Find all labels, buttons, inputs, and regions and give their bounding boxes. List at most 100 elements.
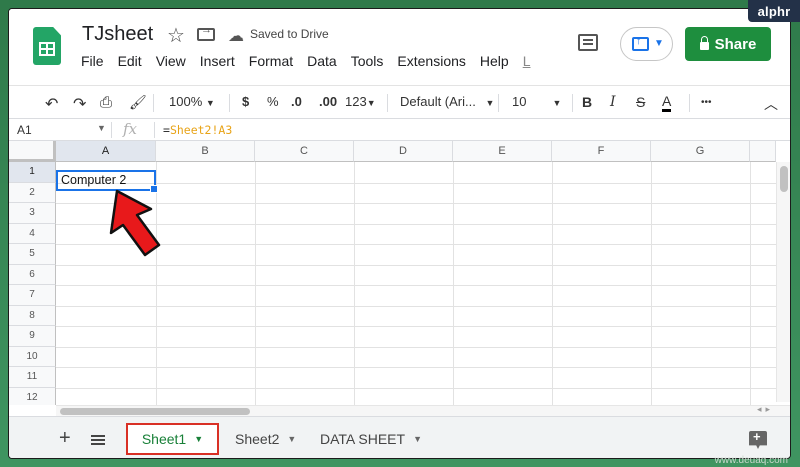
present-button[interactable]: ▼ — [620, 27, 673, 61]
toolbar-divider — [498, 94, 499, 112]
formula-input[interactable]: =Sheet2!A3 — [163, 123, 232, 137]
toolbar-divider — [387, 94, 388, 112]
bold-button[interactable]: B — [582, 94, 592, 110]
selected-cell-outline[interactable] — [56, 170, 158, 193]
column-header-e[interactable]: E — [453, 141, 552, 162]
gridline — [56, 223, 786, 225]
gridline — [56, 244, 786, 245]
collapse-chevron-icon[interactable]: ︿ — [764, 94, 778, 114]
chevron-down-icon[interactable]: ▼ — [287, 434, 296, 444]
move-folder-icon[interactable] — [197, 24, 215, 41]
row-header-3[interactable]: 3 — [9, 203, 56, 224]
zoom-select[interactable]: 100% ▼ — [169, 94, 215, 109]
font-size-select[interactable]: 10 ▼ — [512, 94, 561, 109]
menu-last-edit[interactable]: L — [523, 53, 531, 69]
add-sheet-button[interactable]: + — [59, 427, 71, 450]
row-header-9[interactable]: 9 — [9, 326, 56, 347]
toolbar-divider — [229, 94, 230, 112]
chevron-down-icon[interactable]: ▼ — [413, 434, 422, 444]
gridline — [56, 285, 786, 286]
lock-icon — [699, 36, 709, 50]
alphr-badge: alphr — [748, 0, 800, 22]
row-header-12[interactable]: 12 — [9, 387, 56, 405]
print-icon[interactable]: ⎙ — [100, 94, 112, 111]
currency-format-button[interactable]: $ — [242, 94, 249, 109]
menu-bar: File Edit View Insert Format Data Tools … — [81, 53, 544, 69]
increase-decimals-button[interactable]: .00 — [319, 94, 337, 109]
more-options-button[interactable]: ••• — [701, 97, 712, 108]
spreadsheet-window: TJsheet ☆ ☁ Saved to Drive File Edit Vie… — [8, 8, 791, 459]
horizontal-scrollbar[interactable]: ◂▸ — [56, 404, 790, 416]
menu-help[interactable]: Help — [480, 53, 509, 69]
paint-format-icon[interactable]: 🖌 — [129, 94, 147, 111]
column-header-d[interactable]: D — [354, 141, 453, 162]
name-box[interactable]: A1 — [17, 123, 32, 137]
share-button[interactable]: Share — [685, 27, 771, 61]
document-title[interactable]: TJsheet — [82, 23, 153, 46]
scroll-arrows-icon[interactable]: ◂▸ — [757, 404, 774, 415]
vertical-scroll-thumb[interactable] — [780, 166, 788, 192]
select-all-corner[interactable] — [9, 141, 56, 162]
name-box-dropdown-icon[interactable]: ▼ — [97, 123, 106, 133]
menu-extensions[interactable]: Extensions — [397, 53, 465, 69]
formula-reference: Sheet2!A3 — [169, 123, 233, 137]
column-header-partial[interactable] — [750, 141, 776, 162]
sheet-tab-sheet1[interactable]: Sheet1 ▼ — [126, 423, 219, 455]
percent-format-button[interactable]: % — [267, 94, 279, 109]
italic-button[interactable]: I — [610, 94, 616, 110]
text-color-button[interactable]: A — [662, 94, 672, 112]
row-header-10[interactable]: 10 — [9, 346, 56, 367]
divider — [111, 122, 112, 138]
more-formats-select[interactable]: 123▼ — [345, 94, 376, 109]
row-header-8[interactable]: 8 — [9, 305, 56, 326]
menu-edit[interactable]: Edit — [118, 53, 142, 69]
column-header-f[interactable]: F — [552, 141, 651, 162]
gridline — [354, 162, 355, 405]
gridline — [56, 182, 786, 184]
row-header-5[interactable]: 5 — [9, 244, 56, 265]
star-icon[interactable]: ☆ — [167, 23, 185, 48]
comment-history-icon[interactable] — [578, 34, 598, 51]
menu-insert[interactable]: Insert — [200, 53, 235, 69]
annotation-arrow — [109, 189, 161, 257]
row-header-4[interactable]: 4 — [9, 223, 56, 244]
vertical-scrollbar[interactable] — [776, 162, 790, 402]
sheet-tab-data-sheet[interactable]: DATA SHEET ▼ — [320, 423, 422, 455]
menu-file[interactable]: File — [81, 53, 104, 69]
gridline — [651, 162, 652, 405]
sheet-tab-sheet2[interactable]: Sheet2 ▼ — [235, 423, 296, 455]
decrease-decimals-button[interactable]: .0 — [291, 94, 302, 109]
horizontal-scroll-thumb[interactable] — [60, 408, 250, 415]
gridline — [56, 264, 786, 266]
cell-grid[interactable]: A B C D E F G 1 2 3 4 5 6 7 8 9 10 11 12 — [9, 141, 790, 405]
formula-bar: A1 ▼ fx =Sheet2!A3 — [9, 119, 790, 141]
menu-format[interactable]: Format — [249, 53, 293, 69]
redo-icon[interactable]: ↷ — [73, 94, 86, 114]
strikethrough-button[interactable]: S — [636, 94, 645, 110]
all-sheets-menu-icon[interactable] — [91, 435, 105, 445]
sheets-logo-icon[interactable] — [33, 27, 61, 65]
row-header-6[interactable]: 6 — [9, 264, 56, 285]
undo-icon[interactable]: ↶ — [45, 94, 58, 114]
sheet-tab-bar: + Sheet1 ▼ Sheet2 ▼ DATA SHEET ▼ — [9, 416, 790, 458]
column-header-a[interactable]: A — [56, 141, 156, 162]
row-header-2[interactable]: 2 — [9, 182, 56, 203]
row-header-7[interactable]: 7 — [9, 285, 56, 306]
column-header-g[interactable]: G — [651, 141, 750, 162]
menu-tools[interactable]: Tools — [351, 53, 384, 69]
row-header-11[interactable]: 11 — [9, 367, 56, 388]
row-header-1[interactable]: 1 — [9, 162, 56, 183]
menu-view[interactable]: View — [156, 53, 186, 69]
menu-data[interactable]: Data — [307, 53, 337, 69]
chevron-down-icon[interactable]: ▼ — [194, 434, 203, 444]
formula-prefix: = — [163, 123, 170, 137]
column-header-c[interactable]: C — [255, 141, 354, 162]
gridline — [56, 346, 786, 348]
divider — [154, 122, 155, 138]
save-status: Saved to Drive — [250, 27, 329, 41]
chevron-down-icon: ▼ — [654, 38, 664, 49]
gridline — [56, 326, 786, 327]
explore-icon[interactable] — [749, 431, 767, 449]
column-header-b[interactable]: B — [156, 141, 255, 162]
font-select[interactable]: Default (Ari... ▼ — [400, 94, 494, 109]
